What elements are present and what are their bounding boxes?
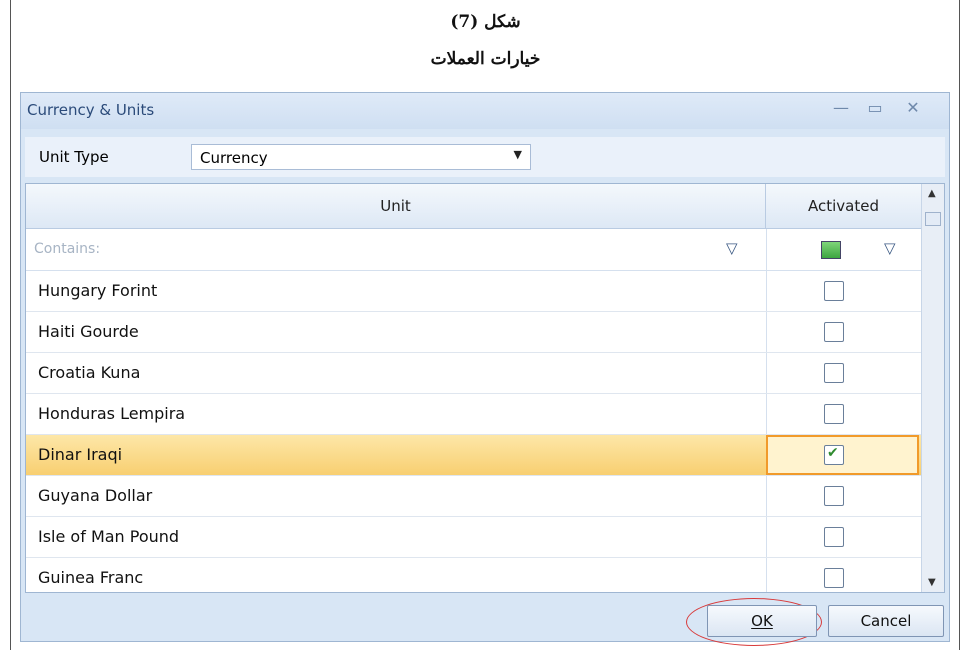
cancel-label: Cancel bbox=[860, 612, 912, 630]
table-row[interactable]: Honduras Lempira bbox=[26, 394, 921, 435]
activated-checkbox[interactable] bbox=[824, 404, 844, 424]
close-icon[interactable]: ✕ bbox=[901, 97, 925, 119]
scroll-down-icon[interactable]: ▼ bbox=[928, 577, 936, 588]
ok-label: OK bbox=[751, 612, 773, 630]
unit-cell: Honduras Lempira bbox=[38, 404, 186, 423]
table-row[interactable]: Hungary Forint bbox=[26, 271, 921, 312]
table-row[interactable]: Croatia Kuna bbox=[26, 353, 921, 394]
unit-cell: Haiti Gourde bbox=[38, 322, 139, 341]
table-row[interactable]: Guinea Franc bbox=[26, 558, 921, 592]
table-row[interactable]: Guyana Dollar bbox=[26, 476, 921, 517]
window-title: Currency & Units bbox=[27, 101, 155, 119]
table-row[interactable]: Haiti Gourde bbox=[26, 312, 921, 353]
minimize-icon[interactable]: — bbox=[829, 97, 853, 119]
ok-button[interactable]: OK bbox=[707, 605, 817, 637]
dropdown-arrow-icon[interactable]: ▼ bbox=[514, 148, 522, 161]
unit-type-select[interactable]: Currency ▼ bbox=[191, 144, 531, 170]
unit-cell: Croatia Kuna bbox=[38, 363, 141, 382]
unit-cell: Guyana Dollar bbox=[38, 486, 153, 505]
activated-checkbox[interactable] bbox=[824, 568, 844, 588]
unit-filter-input[interactable]: Contains: bbox=[34, 241, 100, 257]
activated-column-header[interactable]: Activated bbox=[766, 184, 921, 229]
figure-title-caption: خيارات العملات bbox=[430, 49, 541, 69]
activated-checkbox[interactable] bbox=[824, 281, 844, 301]
unit-column-header[interactable]: Unit bbox=[26, 184, 766, 229]
units-grid: Unit Activated Contains: ▽ ▽ Hungary For… bbox=[25, 183, 945, 593]
title-bar: Currency & Units — ▭ ✕ bbox=[21, 93, 949, 129]
scroll-up-icon[interactable]: ▲ bbox=[928, 188, 936, 199]
currency-units-dialog: Currency & Units — ▭ ✕ Unit Type Currenc… bbox=[20, 92, 950, 646]
maximize-icon[interactable]: ▭ bbox=[863, 97, 887, 119]
activated-checkbox[interactable] bbox=[824, 527, 844, 547]
unit-type-row: Unit Type Currency ▼ bbox=[25, 137, 945, 177]
table-row-selected[interactable]: Dinar Iraqi bbox=[26, 435, 921, 476]
unit-type-value: Currency bbox=[200, 149, 268, 167]
activated-checkbox-checked[interactable] bbox=[824, 445, 844, 465]
activated-checkbox[interactable] bbox=[824, 486, 844, 506]
dialog-footer: OK Cancel bbox=[21, 598, 949, 646]
figure-number-caption: شكل (7) bbox=[450, 12, 521, 32]
scroll-thumb[interactable] bbox=[925, 212, 941, 226]
cancel-button[interactable]: Cancel bbox=[828, 605, 944, 637]
activated-checkbox[interactable] bbox=[824, 363, 844, 383]
activated-filter-funnel-icon[interactable]: ▽ bbox=[884, 239, 896, 257]
unit-cell: Hungary Forint bbox=[38, 281, 158, 300]
vertical-scrollbar[interactable]: ▲ ▼ bbox=[921, 184, 944, 592]
activated-filter-checkbox[interactable] bbox=[821, 241, 841, 259]
filter-row: Contains: ▽ ▽ bbox=[26, 229, 921, 271]
activated-checkbox[interactable] bbox=[824, 322, 844, 342]
unit-filter-funnel-icon[interactable]: ▽ bbox=[726, 239, 738, 257]
unit-cell: Isle of Man Pound bbox=[38, 527, 180, 546]
unit-cell: Guinea Franc bbox=[38, 568, 144, 587]
unit-type-label: Unit Type bbox=[39, 148, 109, 166]
unit-cell: Dinar Iraqi bbox=[38, 445, 123, 464]
table-row[interactable]: Isle of Man Pound bbox=[26, 517, 921, 558]
